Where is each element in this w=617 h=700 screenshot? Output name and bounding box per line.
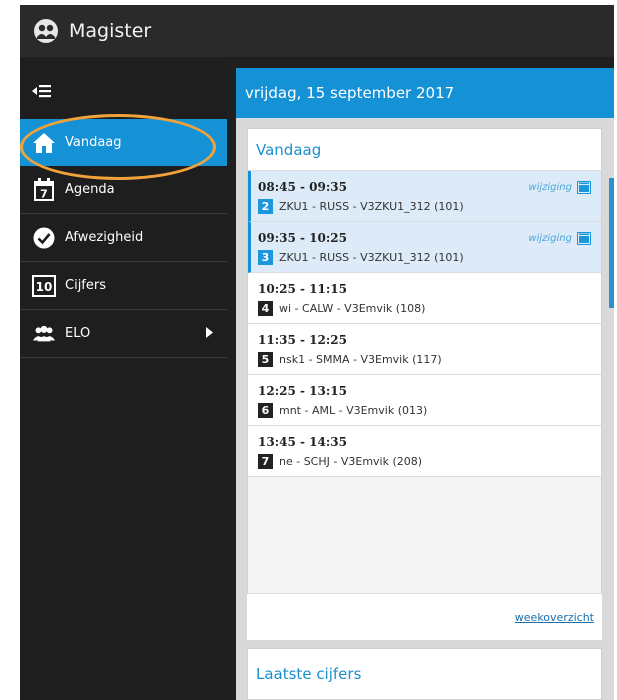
lesson-hour-badge: 6 xyxy=(258,403,273,418)
today-card-title: Vandaag xyxy=(248,129,601,171)
grade-icon: 10 xyxy=(32,274,56,298)
lesson-description: wi - CALW - V3Emvik (108) xyxy=(279,302,426,315)
lesson-item[interactable]: 10:25 - 11:15 4 wi - CALW - V3Emvik (108) xyxy=(248,273,601,324)
lesson-hour-badge: 7 xyxy=(258,454,273,469)
lesson-time: 08:45 - 09:35 xyxy=(258,180,347,194)
lesson-item[interactable]: 11:35 - 12:25 5 nsk1 - SMMA - V3Emvik (11… xyxy=(248,324,601,375)
house-icon xyxy=(32,131,56,155)
weekoverzicht-link[interactable]: weekoverzicht xyxy=(515,611,594,624)
sidebar-item-afwezigheid[interactable]: Afwezigheid xyxy=(20,214,227,262)
lesson-time: 13:45 - 14:35 xyxy=(258,435,347,449)
collapse-menu-button[interactable] xyxy=(20,63,227,119)
sidebar-item-label: Agenda xyxy=(65,182,115,197)
lesson-hour-badge: 2 xyxy=(258,199,273,214)
lesson-time: 12:25 - 13:15 xyxy=(258,384,347,398)
today-card: Vandaag 08:45 - 09:35 2 ZKU1 - RUSS - V3Z… xyxy=(247,128,602,640)
lesson-time: 09:35 - 10:25 xyxy=(258,231,347,245)
app-title: Magister xyxy=(69,20,152,42)
main-panel: vrijdag, 15 september 2017 Vandaag 08:45… xyxy=(236,68,614,700)
collapse-menu-icon xyxy=(32,85,51,98)
change-label: wijziging xyxy=(528,182,572,193)
lesson-hour-badge: 3 xyxy=(258,250,273,265)
change-label: wijziging xyxy=(528,233,572,244)
change-indicator[interactable]: wijziging xyxy=(528,232,591,245)
calendar-icon: 7 xyxy=(32,177,56,202)
lesson-description: ne - SCHJ - V3Emvik (208) xyxy=(279,455,423,468)
title-bar: Magister xyxy=(20,5,614,57)
lesson-description: mnt - AML - V3Emvik (013) xyxy=(279,404,428,417)
change-icon xyxy=(577,232,591,245)
checkmark-icon xyxy=(32,226,56,250)
lesson-item[interactable]: 12:25 - 13:15 6 mnt - AML - V3Emvik (013) xyxy=(248,375,601,426)
app-window: Magister Vandaag 7 Agenda Afwezigheid 10… xyxy=(20,5,614,700)
lesson-description: nsk1 - SMMA - V3Emvik (117) xyxy=(279,353,442,366)
lesson-description: ZKU1 - RUSS - V3ZKU1_312 (101) xyxy=(279,200,464,213)
lesson-description: ZKU1 - RUSS - V3ZKU1_312 (101) xyxy=(279,251,464,264)
lesson-hour-badge: 5 xyxy=(258,352,273,367)
current-date: vrijdag, 15 september 2017 xyxy=(245,84,455,102)
sidebar-item-label: Cijfers xyxy=(65,278,106,293)
chevron-right-icon xyxy=(206,327,213,338)
scrollbar-thumb[interactable] xyxy=(609,178,614,308)
lesson-time: 11:35 - 12:25 xyxy=(258,333,347,347)
grades-card: Laatste cijfers xyxy=(247,648,602,700)
sidebar-item-agenda[interactable]: 7 Agenda xyxy=(20,166,227,214)
sidebar-item-elo[interactable]: ELO xyxy=(20,310,227,358)
sidebar-item-vandaag[interactable]: Vandaag xyxy=(20,119,227,166)
lesson-item[interactable]: 08:45 - 09:35 2 ZKU1 - RUSS - V3ZKU1_312 … xyxy=(248,171,601,222)
change-indicator[interactable]: wijziging xyxy=(528,181,591,194)
people-icon xyxy=(32,322,56,346)
sidebar-item-cijfers[interactable]: 10 Cijfers xyxy=(20,262,227,310)
card-title-text: Vandaag xyxy=(256,140,322,159)
lesson-time: 10:25 - 11:15 xyxy=(258,282,347,296)
svg-text:10: 10 xyxy=(36,280,53,294)
lesson-item[interactable]: 09:35 - 10:25 3 ZKU1 - RUSS - V3ZKU1_312 … xyxy=(248,222,601,273)
lesson-hour-badge: 4 xyxy=(258,301,273,316)
svg-text:7: 7 xyxy=(40,187,48,200)
grades-card-title: Laatste cijfers xyxy=(256,665,362,683)
lesson-item[interactable]: 13:45 - 14:35 7 ne - SCHJ - V3Emvik (208) xyxy=(248,426,601,477)
date-header: vrijdag, 15 september 2017 xyxy=(236,68,614,118)
sidebar: Vandaag 7 Agenda Afwezigheid 10 Cijfers … xyxy=(20,63,227,700)
today-card-footer: weekoverzicht xyxy=(247,593,602,640)
magister-logo-icon xyxy=(34,19,58,43)
change-icon xyxy=(577,181,591,194)
sidebar-item-label: Afwezigheid xyxy=(65,230,144,245)
sidebar-item-label: ELO xyxy=(65,326,91,341)
sidebar-item-label: Vandaag xyxy=(65,135,122,150)
